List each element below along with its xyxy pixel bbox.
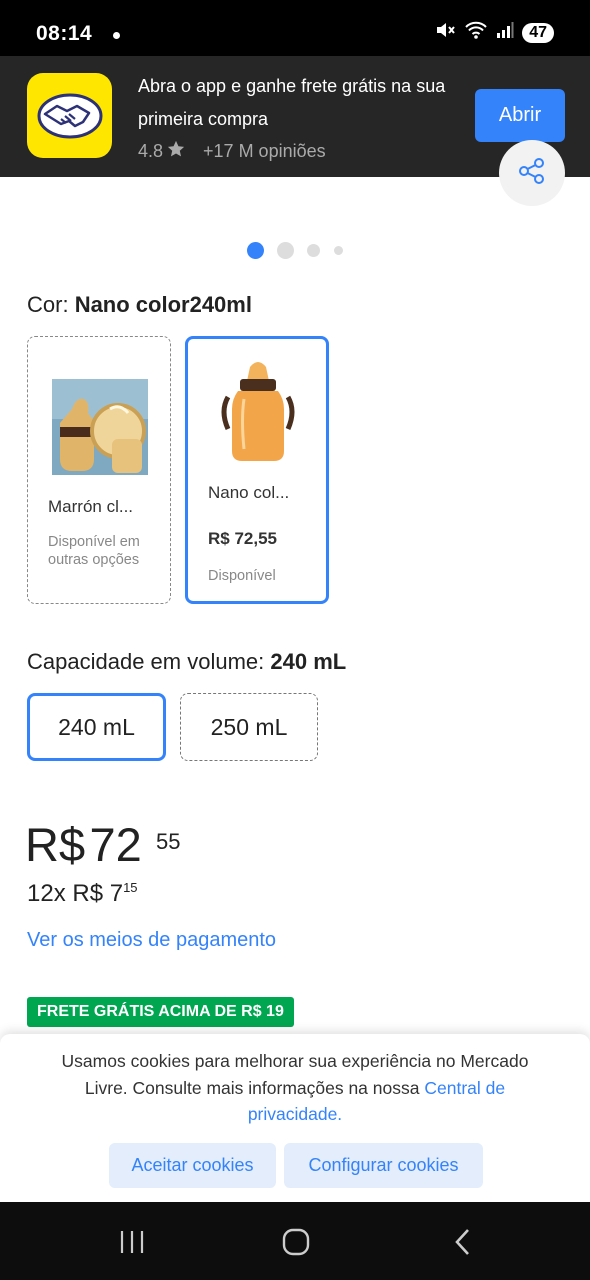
- price-currency: R$: [25, 818, 86, 871]
- color-selected-value: Nano color240ml: [74, 292, 252, 317]
- wifi-icon: [464, 20, 488, 45]
- status-time: 08:14: [36, 22, 93, 45]
- carousel-dot[interactable]: [277, 242, 294, 259]
- variant-price: R$ 72,55: [208, 529, 277, 548]
- installments: 12x R$ 715: [27, 880, 138, 908]
- product-thumbnail-marron: [52, 379, 148, 475]
- share-button[interactable]: [499, 140, 565, 206]
- carousel-dot-active[interactable]: [247, 242, 264, 259]
- variant-name: Marrón cl...: [48, 497, 134, 516]
- mute-icon: [434, 20, 456, 45]
- accept-cookies-button[interactable]: Aceitar cookies: [109, 1143, 276, 1188]
- carousel-dot[interactable]: [307, 244, 320, 257]
- price: R$ 72 55: [25, 817, 180, 872]
- price-integer: 72: [89, 818, 142, 871]
- rating-value: 4.8: [138, 141, 164, 161]
- navigation-bar: [0, 1202, 590, 1280]
- variant-status: Disponível: [208, 568, 276, 584]
- carousel-dot[interactable]: [334, 246, 343, 255]
- payment-methods-link[interactable]: Ver os meios de pagamento: [27, 929, 276, 952]
- home-icon[interactable]: [276, 1224, 316, 1260]
- banner-title: Abra o app e ganhe frete grátis na sua p…: [138, 76, 446, 129]
- notification-dot-icon: [113, 32, 120, 39]
- status-icons: 47: [434, 20, 554, 45]
- capacity-option-240[interactable]: 240 mL: [27, 693, 166, 761]
- installments-cents: 15: [123, 880, 138, 895]
- free-shipping-badge: FRETE GRÁTIS ACIMA DE R$ 19: [27, 997, 294, 1027]
- capacity-label-text: Capacidade em volume:: [27, 649, 265, 674]
- status-bar: 08:14 47: [0, 0, 590, 56]
- reviews-count: +17 M opiniões: [203, 141, 326, 161]
- price-cents: 55: [156, 829, 181, 854]
- star-icon: [167, 140, 185, 163]
- cookie-banner: Usamos cookies para melhorar sua experiê…: [0, 1034, 590, 1202]
- open-app-button[interactable]: Abrir: [475, 89, 565, 142]
- recent-apps-icon[interactable]: [112, 1224, 152, 1260]
- installments-value: 12x R$ 7: [27, 880, 124, 907]
- color-option-marron[interactable]: Marrón cl... Disponível em outras opções: [27, 336, 171, 604]
- share-icon: [517, 156, 547, 191]
- capacity-selected-value: 240 mL: [270, 649, 347, 674]
- carousel-pagination: [0, 242, 590, 260]
- mercado-livre-logo: [27, 73, 112, 158]
- capacity-label: Capacidade em volume: 240 mL: [27, 649, 346, 675]
- back-icon[interactable]: [443, 1224, 483, 1260]
- variant-status: Disponível em outras opções: [48, 534, 140, 568]
- signal-icon: [496, 21, 514, 44]
- color-label-text: Cor:: [27, 292, 69, 317]
- product-thumbnail-nano: [210, 359, 306, 465]
- color-label: Cor: Nano color240ml: [27, 292, 252, 318]
- battery-indicator: 47: [522, 22, 554, 43]
- banner-rating: 4.8 +17 M opiniões: [138, 140, 326, 163]
- capacity-option-250[interactable]: 250 mL: [180, 693, 318, 761]
- variant-name: Nano col...: [208, 483, 290, 502]
- configure-cookies-button[interactable]: Configurar cookies: [284, 1143, 483, 1188]
- color-option-nano[interactable]: Nano col... R$ 72,55 Disponível: [185, 336, 329, 604]
- cookie-text: Usamos cookies para melhorar sua experiê…: [40, 1048, 550, 1128]
